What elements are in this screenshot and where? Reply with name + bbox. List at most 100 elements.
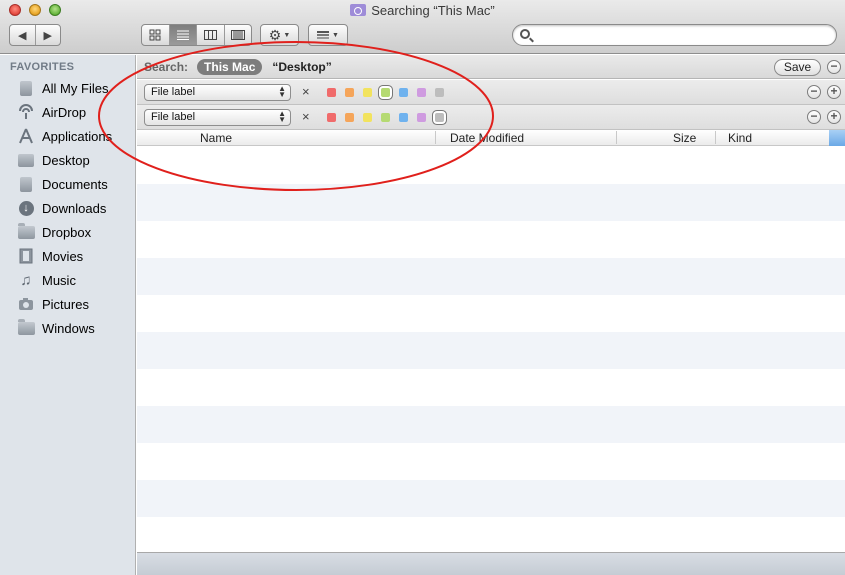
label-swatch-yellow[interactable] [363,88,372,97]
criteria-row-1: File label ▲ ▼ × − + [137,80,845,105]
column-header-bar: Name Date Modified Size Kind [137,130,845,146]
remove-scope-button[interactable]: − [827,60,841,74]
downloads-icon: ↓ [16,200,36,216]
sidebar-item-label: Documents [42,176,108,192]
attribute-popup[interactable]: File label ▲ ▼ [144,84,291,101]
sidebar-item-all-my-files[interactable]: All My Files [16,77,134,99]
column-header-size[interactable]: Size [673,131,696,145]
action-menu-button[interactable]: ⚙ ▼ [260,24,299,46]
list-row [137,517,845,552]
arrange-icon [317,31,330,39]
sidebar-item-pictures[interactable]: Pictures [16,293,134,315]
sidebar-item-music[interactable]: ♫ Music [16,269,134,291]
label-swatch-red[interactable] [327,88,336,97]
criteria-row-2: File label ▲ ▼ × − + [137,105,845,130]
window-title-text: Searching “This Mac” [371,3,495,18]
list-view-icon [176,30,189,40]
all-files-icon [16,80,36,96]
icon-view-icon [149,29,161,41]
coverflow-view-button[interactable] [225,25,252,45]
sidebar-item-label: Movies [42,248,84,264]
label-swatch-purple[interactable] [417,88,426,97]
label-swatch-blue[interactable] [399,113,408,122]
list-row [137,184,845,221]
folder-icon [16,222,36,240]
sidebar-heading-favorites: FAVORITES [10,61,75,73]
attribute-popup[interactable]: File label ▲ ▼ [144,109,291,126]
results-list[interactable] [137,147,845,552]
search-scope-bar: Search: This Mac “Desktop” Save − [137,55,845,79]
sidebar-item-airdrop[interactable]: AirDrop [16,101,134,123]
sidebar-item-label: Pictures [42,296,89,312]
label-swatch-yellow[interactable] [363,113,372,122]
title-toolbar: Searching “This Mac” ◀ ▶ ⚙ ▼ ▼ [0,0,845,54]
list-row [137,147,845,184]
save-search-button[interactable]: Save [774,59,821,76]
column-divider[interactable] [616,131,617,144]
column-divider[interactable] [435,131,436,144]
label-swatch-green[interactable] [381,88,390,97]
sidebar-item-documents[interactable]: Documents [16,173,134,195]
list-row [137,258,845,295]
forward-button[interactable]: ▶ [36,25,61,45]
label-swatch-purple[interactable] [417,113,426,122]
back-forward-control: ◀ ▶ [9,24,61,46]
sidebar: FAVORITES All My Files AirDrop Applicati… [0,55,136,575]
search-field[interactable] [512,24,837,46]
label-swatch-gray[interactable] [435,88,444,97]
sidebar-item-desktop[interactable]: Desktop [16,149,134,171]
add-criteria-button[interactable]: + [827,110,841,124]
folder-icon [16,318,36,336]
list-row [137,443,845,480]
column-header-name[interactable]: Name [200,131,232,145]
sidebar-item-label: Desktop [42,152,90,168]
list-view-button[interactable] [169,25,197,45]
attribute-popup-label: File label [151,86,196,98]
label-swatch-blue[interactable] [399,88,408,97]
list-row [137,369,845,406]
column-header-date-modified[interactable]: Date Modified [450,131,524,145]
chevron-down-icon: ▼ [332,31,339,39]
label-swatch-orange[interactable] [345,113,354,122]
applications-icon [16,128,36,144]
column-view-icon [203,30,217,40]
music-icon: ♫ [20,271,32,289]
remove-criteria-button[interactable]: − [807,85,821,99]
main-content: Search: This Mac “Desktop” Save − File l… [137,55,845,575]
label-swatch-red[interactable] [327,113,336,122]
list-row [137,221,845,258]
label-swatch-gray[interactable] [435,113,444,122]
sidebar-item-label: Downloads [42,200,107,216]
back-arrow-icon: ◀ [18,29,27,42]
label-swatch-orange[interactable] [345,88,354,97]
scope-desktop-button[interactable]: “Desktop” [272,60,331,74]
sidebar-item-downloads[interactable]: ↓ Downloads [16,197,134,219]
icon-view-button[interactable] [142,25,170,45]
sidebar-item-applications[interactable]: Applications [16,125,134,147]
column-header-kind[interactable]: Kind [728,131,752,145]
back-button[interactable]: ◀ [10,25,36,45]
column-divider[interactable] [715,131,716,144]
clear-label-button[interactable]: × [302,109,310,124]
popup-arrows-icon: ▲ ▼ [278,84,286,99]
sidebar-item-label: Windows [42,320,95,336]
column-view-button[interactable] [197,25,225,45]
clear-label-button[interactable]: × [302,84,310,99]
remove-criteria-button[interactable]: − [807,110,821,124]
list-row [137,406,845,443]
list-row [137,480,845,517]
arrange-menu-button[interactable]: ▼ [308,24,348,46]
scope-this-mac-button[interactable]: This Mac [197,58,263,75]
sidebar-item-movies[interactable]: Movies [16,245,134,267]
status-bar [137,552,845,575]
label-swatch-green[interactable] [381,113,390,122]
action-button-face: ⚙ ▼ [261,25,298,45]
movies-icon [16,248,36,264]
chevron-down-icon: ▼ [283,31,291,39]
airdrop-icon [16,104,36,120]
window-title: Searching “This Mac” [0,3,845,18]
column-options-corner[interactable] [829,130,845,146]
sidebar-item-windows[interactable]: Windows [16,317,134,339]
add-criteria-button[interactable]: + [827,85,841,99]
sidebar-item-dropbox[interactable]: Dropbox [16,221,134,243]
